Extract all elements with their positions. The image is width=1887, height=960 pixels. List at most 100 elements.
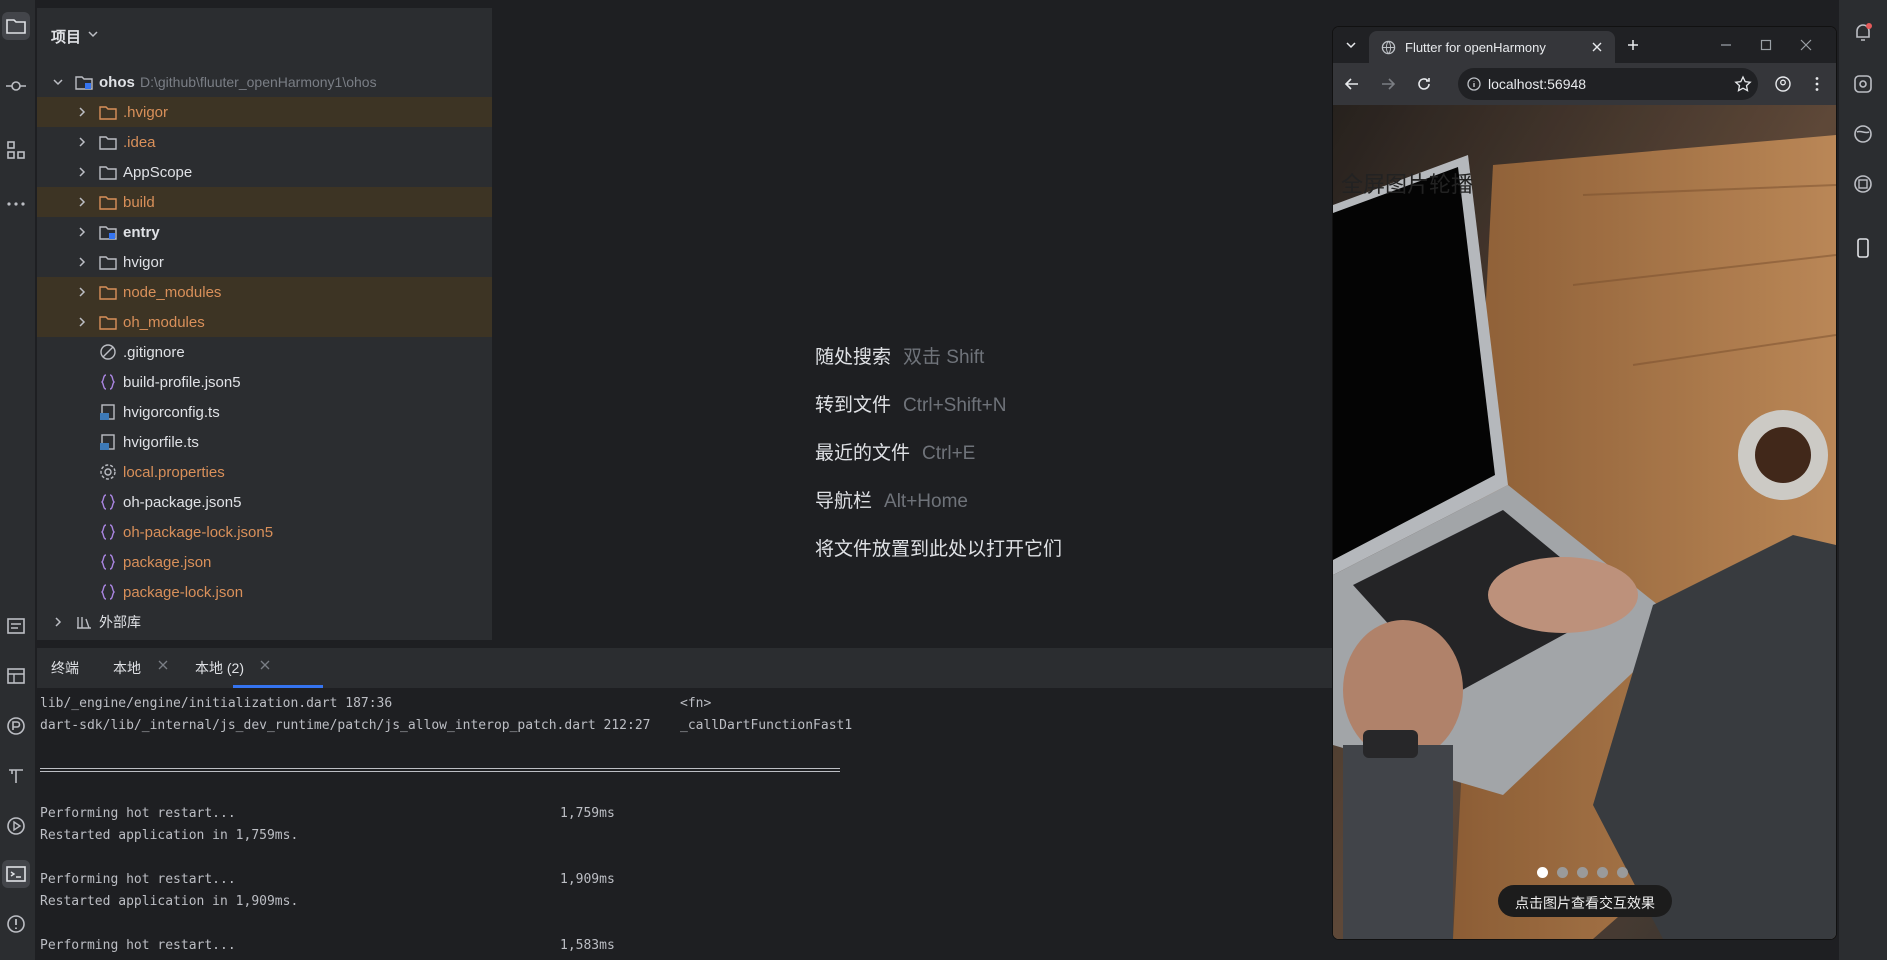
json-file-icon (101, 374, 115, 390)
browser-tab-title: Flutter for openHarmony (1405, 40, 1546, 55)
hint-shortcut: Ctrl+Shift+N (903, 395, 1007, 416)
reload-icon[interactable] (1415, 75, 1433, 93)
chevron-right-icon[interactable] (75, 135, 89, 149)
chevron-right-icon[interactable] (75, 165, 89, 179)
tree-label: 外部库 (99, 614, 141, 630)
carousel-page[interactable]: 全屏图片轮播 点击图片查看交互效果 (1333, 105, 1836, 939)
hint-goto-file: 转到文件 Ctrl+Shift+N (815, 390, 1007, 417)
typescript-file-icon (100, 404, 115, 420)
tree-row-hvigor-dot[interactable]: .hvigor (37, 97, 492, 127)
todo-icon[interactable] (2, 612, 30, 640)
hint-action: 随处搜索 (815, 347, 892, 368)
project-folder-icon[interactable] (2, 12, 30, 40)
problems-icon[interactable] (2, 910, 30, 938)
carousel-dot-1[interactable] (1537, 867, 1548, 878)
copilot-icon[interactable] (1851, 72, 1875, 96)
device-manager-icon[interactable] (1851, 172, 1875, 196)
folder-icon (99, 106, 117, 120)
chevron-down-icon[interactable] (87, 28, 99, 40)
tab-terminal[interactable]: 终端 (51, 658, 79, 678)
tree-row-hvigorconfig[interactable]: hvigorconfig.ts (37, 397, 492, 427)
tree-row-idea[interactable]: .idea (37, 127, 492, 157)
chevron-right-icon[interactable] (75, 255, 89, 269)
browser-tab[interactable]: Flutter for openHarmony (1369, 31, 1615, 63)
json-file-icon (101, 524, 115, 540)
tree-row-local-properties[interactable]: local.properties (37, 457, 492, 487)
previewer-phone-icon[interactable] (1851, 236, 1875, 260)
chevron-right-icon[interactable] (75, 225, 89, 239)
chevron-right-icon[interactable] (75, 105, 89, 119)
tree-row-gitignore[interactable]: .gitignore (37, 337, 492, 367)
tab-local[interactable]: 本地 (113, 658, 141, 678)
forward-arrow-icon[interactable] (1379, 75, 1397, 93)
chevron-right-icon[interactable] (75, 315, 89, 329)
structure-icon[interactable] (2, 136, 30, 164)
tree-row-oh-package[interactable]: oh-package.json5 (37, 487, 492, 517)
tree-row-oh-modules[interactable]: oh_modules (37, 307, 492, 337)
globe-icon (1381, 40, 1396, 55)
tree-row-external-libs[interactable]: 外部库 (37, 607, 492, 637)
carousel-dot-2[interactable] (1557, 867, 1568, 878)
chevron-right-icon[interactable] (75, 195, 89, 209)
tree-row-package-json[interactable]: package.json (37, 547, 492, 577)
tree-row-node-modules[interactable]: node_modules (37, 277, 492, 307)
commit-icon[interactable] (2, 72, 30, 100)
project-panel-header: 项目 (37, 8, 492, 63)
chevron-right-icon[interactable] (51, 615, 65, 629)
hint-action: 最近的文件 (815, 443, 911, 464)
terminal-icon[interactable] (2, 860, 30, 888)
tree-path: D:\github\fluuter_openHarmony1\ohos (140, 74, 377, 90)
tree-row-entry[interactable]: entry (37, 217, 492, 247)
carousel-dot-3[interactable] (1577, 867, 1588, 878)
carousel-caption: 点击图片查看交互效果 (1515, 895, 1655, 911)
tree-row-ohos[interactable]: ohos D:\github\fluuter_openHarmony1\ohos (37, 67, 492, 97)
back-arrow-icon[interactable] (1343, 75, 1361, 93)
bookmark-star-icon[interactable] (1734, 75, 1752, 93)
gear-icon (100, 464, 116, 480)
hint-shortcut: Ctrl+E (922, 443, 976, 464)
tree-row-hvigorfile[interactable]: hvigorfile.ts (37, 427, 492, 457)
minimize-icon[interactable] (1719, 38, 1733, 52)
more-icon[interactable] (2, 190, 30, 218)
tree-row-build-profile[interactable]: build-profile.json5 (37, 367, 492, 397)
profiler-icon[interactable] (2, 712, 30, 740)
tab-search-chevron-icon[interactable] (1343, 37, 1359, 53)
tree-row-appscope[interactable]: AppScope (37, 157, 492, 187)
address-bar[interactable]: localhost:56948 (1458, 68, 1758, 100)
build-hammer-icon[interactable] (2, 762, 30, 790)
run-icon[interactable] (2, 812, 30, 840)
profile-icon[interactable] (1774, 75, 1792, 93)
terminal-separator (40, 768, 840, 772)
notifications-icon[interactable] (1851, 20, 1875, 44)
terminal-output[interactable]: lib/_engine/engine/initialization.dart 1… (37, 688, 1333, 960)
tree-row-oh-package-lock[interactable]: oh-package-lock.json5 (37, 517, 492, 547)
tab-local-2[interactable]: 本地 (2) (195, 658, 244, 678)
carousel-dot-5[interactable] (1617, 867, 1628, 878)
site-info-icon[interactable] (1466, 76, 1482, 92)
maximize-icon[interactable] (1759, 38, 1773, 52)
tree-row-package-lock[interactable]: package-lock.json (37, 577, 492, 607)
project-panel-title[interactable]: 项目 (51, 26, 81, 47)
module-folder-icon (99, 226, 117, 240)
folder-icon (99, 286, 117, 300)
terminal-line-detail: _callDartFunctionFast1 (680, 718, 853, 733)
layout-icon[interactable] (2, 662, 30, 690)
chevron-down-icon[interactable] (51, 75, 65, 89)
carousel-image[interactable] (1333, 105, 1836, 939)
hint-shortcut: Alt+Home (884, 491, 968, 512)
kebab-menu-icon[interactable] (1808, 75, 1826, 93)
close-icon[interactable] (259, 659, 271, 671)
close-icon[interactable] (157, 659, 169, 671)
tree-row-build[interactable]: build (37, 187, 492, 217)
carousel-dot-4[interactable] (1597, 867, 1608, 878)
project-panel: 项目 ohos D:\github\fluuter_openHarmony1\o… (37, 8, 523, 640)
spiral-icon[interactable] (1851, 122, 1875, 146)
right-tool-strip (1838, 0, 1887, 960)
tree-row-hvigor[interactable]: hvigor (37, 247, 492, 277)
chevron-right-icon[interactable] (75, 285, 89, 299)
tree-label: build-profile.json5 (123, 373, 241, 391)
window-close-icon[interactable] (1799, 38, 1813, 52)
tree-label: ohos (99, 73, 135, 91)
new-tab-plus-icon[interactable] (1625, 37, 1641, 53)
close-icon[interactable] (1591, 41, 1603, 53)
